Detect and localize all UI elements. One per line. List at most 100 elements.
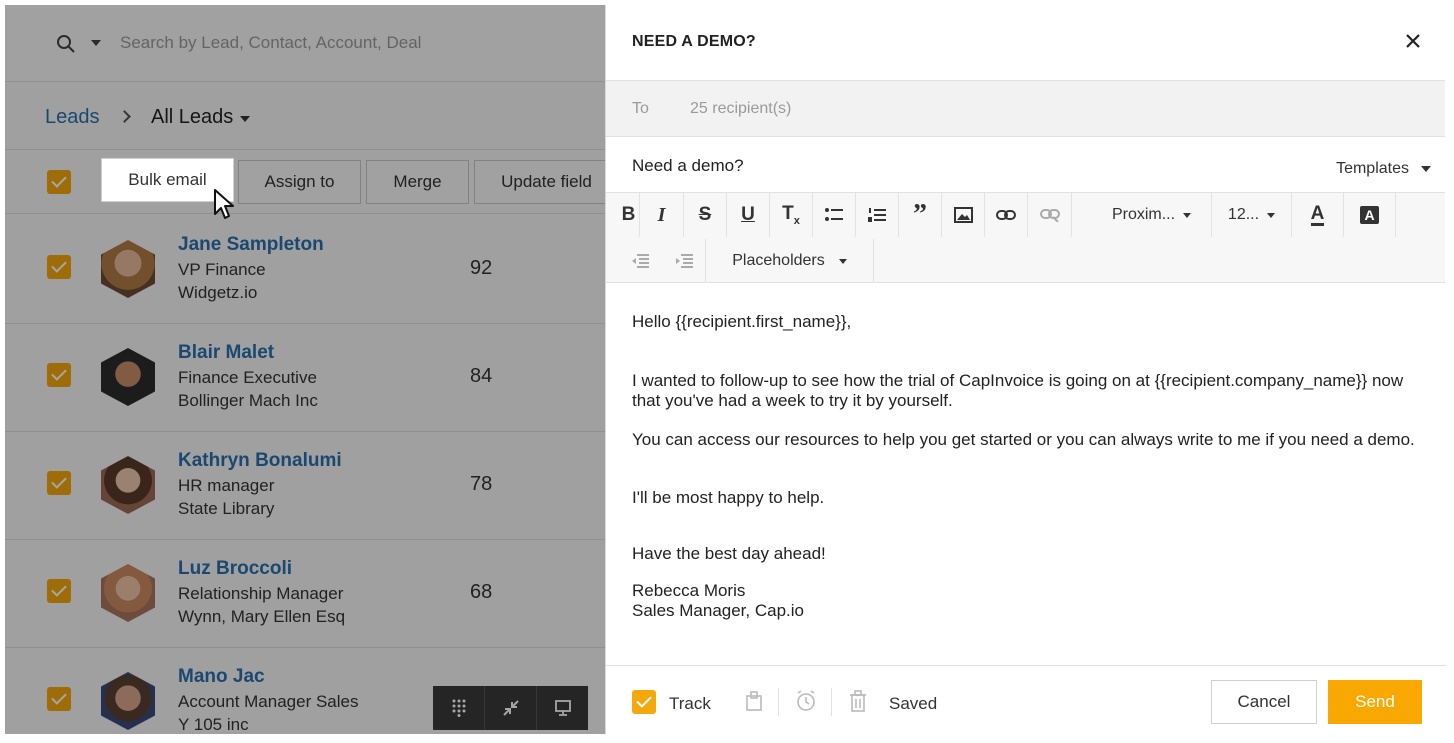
- placeholders-label: Placeholders: [732, 252, 825, 269]
- bulleted-list-button[interactable]: [813, 193, 856, 237]
- row-checkbox[interactable]: [47, 471, 71, 495]
- lead-name[interactable]: Kathryn Bonalumi: [178, 450, 342, 472]
- insert-link-button[interactable]: [985, 193, 1028, 237]
- lead-score: 68: [470, 581, 493, 603]
- chevron-down-icon: [1267, 212, 1276, 218]
- lead-score: 78: [470, 473, 493, 495]
- search-icon[interactable]: [56, 34, 76, 54]
- floating-toolbar: [433, 686, 588, 730]
- formatting-toolbar: B I S U Tx ” Proxim... 12... A A Placeho…: [606, 193, 1445, 283]
- clear-format-button[interactable]: Tx: [770, 193, 813, 237]
- highlight-color-button[interactable]: A: [1344, 193, 1396, 237]
- indent-icon: [675, 254, 693, 268]
- avatar: [101, 564, 155, 622]
- link-icon: [996, 210, 1016, 220]
- strikethrough-button[interactable]: S: [684, 193, 727, 237]
- italic-button[interactable]: I: [640, 193, 684, 237]
- signature-title: Sales Manager, Cap.io: [632, 601, 804, 620]
- lead-name[interactable]: Blair Malet: [178, 342, 274, 364]
- text-color-button[interactable]: A: [1292, 193, 1344, 237]
- insert-image-button[interactable]: [942, 193, 985, 237]
- recipients-field[interactable]: 25 recipient(s): [690, 100, 791, 118]
- font-family-value: Proxim...: [1111, 206, 1176, 223]
- bold-button[interactable]: B: [606, 193, 640, 237]
- schedule-clock-icon[interactable]: [795, 690, 817, 712]
- row-checkbox[interactable]: [47, 255, 71, 279]
- track-checkbox[interactable]: [632, 690, 656, 714]
- merge-button[interactable]: Merge: [366, 160, 469, 204]
- table-row[interactable]: Jane Sampleton VP Finance Widgetz.io 92: [5, 216, 605, 324]
- image-icon: [953, 207, 973, 223]
- outdent-icon: [632, 254, 649, 268]
- lead-score: 84: [470, 365, 493, 387]
- send-button[interactable]: Send: [1328, 680, 1422, 724]
- trash-icon[interactable]: [849, 690, 867, 712]
- select-all-checkbox[interactable]: [47, 170, 71, 194]
- outdent-button[interactable]: [620, 239, 660, 283]
- attachment-icon[interactable]: [745, 690, 763, 712]
- divider: [778, 688, 779, 716]
- numbered-list-button[interactable]: [856, 193, 899, 237]
- numbered-list-icon: [868, 208, 886, 222]
- lead-company: State Library: [178, 499, 275, 518]
- body-paragraph: You can access our resources to help you…: [632, 430, 1415, 449]
- chevron-down-icon[interactable]: [240, 116, 250, 122]
- unlink-icon: [1039, 209, 1060, 222]
- lead-name[interactable]: Jane Sampleton: [178, 234, 324, 256]
- close-icon[interactable]: [1405, 33, 1421, 49]
- body-paragraph: I wanted to follow-up to see how the tri…: [632, 371, 1404, 390]
- font-family-dropdown[interactable]: Proxim...: [1092, 193, 1212, 237]
- font-size-dropdown[interactable]: 12...: [1212, 193, 1292, 237]
- search-bar: Search by Lead, Contact, Account, Deal: [5, 5, 605, 82]
- blockquote-button[interactable]: ”: [899, 193, 942, 237]
- view-selector[interactable]: All Leads: [151, 106, 233, 129]
- lead-title: VP Finance: [178, 260, 266, 279]
- update-field-button[interactable]: Update field: [474, 160, 605, 204]
- composer-header: NEED A DEMO?: [606, 5, 1445, 81]
- lead-name[interactable]: Luz Broccoli: [178, 558, 292, 580]
- collapse-button[interactable]: [485, 686, 537, 730]
- table-row[interactable]: Kathryn Bonalumi HR manager State Librar…: [5, 432, 605, 540]
- table-row[interactable]: Luz Broccoli Relationship Manager Wynn, …: [5, 540, 605, 648]
- signature-name: Rebecca Moris: [632, 581, 746, 600]
- mouse-cursor-icon: [214, 189, 234, 219]
- row-checkbox[interactable]: [47, 579, 71, 603]
- breadcrumb-leads-link[interactable]: Leads: [45, 106, 100, 129]
- cancel-button[interactable]: Cancel: [1211, 680, 1317, 724]
- italic-icon: I: [657, 203, 666, 226]
- indent-button[interactable]: [662, 239, 706, 283]
- saved-status: Saved: [889, 694, 938, 713]
- leads-list-view: Search by Lead, Contact, Account, Deal L…: [5, 5, 605, 734]
- row-checkbox[interactable]: [47, 687, 71, 711]
- strikethrough-icon: S: [698, 204, 712, 225]
- placeholders-dropdown[interactable]: Placeholders: [706, 239, 874, 283]
- search-input[interactable]: Search by Lead, Contact, Account, Deal: [120, 33, 421, 53]
- font-size-value: 12...: [1227, 206, 1260, 223]
- composer-footer: Track Saved Cancel Send: [606, 665, 1446, 734]
- remove-link-button[interactable]: [1028, 193, 1072, 237]
- avatar: [101, 240, 155, 298]
- lead-company: Y 105 inc: [178, 715, 249, 734]
- templates-dropdown[interactable]: Templates: [1336, 160, 1409, 178]
- search-scope-caret-icon[interactable]: [91, 40, 101, 46]
- divider: [831, 688, 832, 716]
- email-composer: NEED A DEMO? To 25 recipient(s) Need a d…: [605, 5, 1446, 734]
- row-checkbox[interactable]: [47, 363, 71, 387]
- body-greeting: Hello {{recipient.first_name}},: [632, 312, 852, 331]
- avatar: [101, 456, 155, 514]
- screen-share-button[interactable]: [537, 686, 588, 730]
- underline-button[interactable]: U: [727, 193, 770, 237]
- lead-name[interactable]: Mano Jac: [178, 666, 265, 688]
- chevron-down-icon[interactable]: [1421, 166, 1431, 172]
- avatar: [101, 672, 155, 730]
- table-row[interactable]: Blair Malet Finance Executive Bollinger …: [5, 324, 605, 432]
- keypad-button[interactable]: [433, 686, 485, 730]
- bulleted-list-icon: [825, 208, 843, 221]
- body-paragraph: I'll be most happy to help.: [632, 488, 825, 507]
- assign-to-button[interactable]: Assign to: [238, 160, 361, 204]
- chevron-down-icon: [838, 258, 847, 264]
- lead-title: HR manager: [178, 476, 275, 495]
- subject-field[interactable]: Need a demo?: [632, 156, 744, 176]
- avatar: [101, 348, 155, 406]
- recipients-row: To 25 recipient(s): [606, 81, 1445, 137]
